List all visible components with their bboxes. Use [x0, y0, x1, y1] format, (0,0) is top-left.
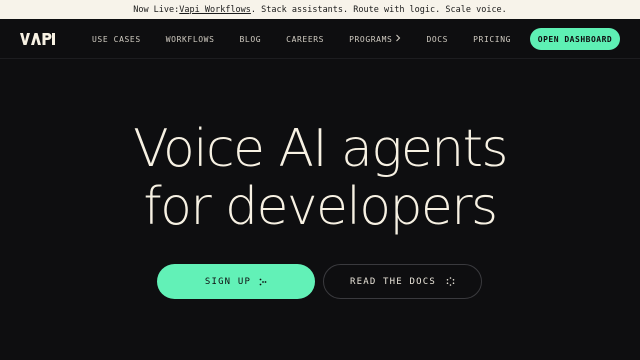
nav-links: USE CASES WORKFLOWS BLOG CAREERS PROGRAM… [92, 19, 511, 59]
nav-programs[interactable]: PROGRAMS [349, 34, 401, 44]
spinner-dots-icon [446, 277, 455, 286]
read-the-docs-button[interactable]: READ THE DOCS [323, 264, 482, 299]
vapi-logo[interactable] [20, 32, 56, 46]
arrow-dots-icon [259, 278, 267, 286]
announcement-bar: Now Live: Vapi Workflows . Stack assista… [0, 0, 640, 19]
hero-line-2: for developers [143, 177, 498, 237]
read-the-docs-label: READ THE DOCS [349, 276, 437, 287]
nav-docs[interactable]: DOCS [426, 35, 448, 44]
nav-workflows[interactable]: WORKFLOWS [166, 35, 215, 44]
nav-programs-label: PROGRAMS [349, 34, 393, 44]
announcement-suffix: . Stack assistants. Route with logic. Sc… [250, 4, 507, 15]
top-nav: USE CASES WORKFLOWS BLOG CAREERS PROGRAM… [0, 19, 640, 59]
open-dashboard-button[interactable]: OPEN DASHBOARD [530, 28, 620, 50]
hero-heading: Voice AI agents for developers [0, 120, 640, 236]
vapi-logo-icon [20, 33, 55, 45]
hero-line-1: Voice AI agents [133, 119, 508, 179]
nav-careers[interactable]: CAREERS [286, 35, 324, 44]
nav-pricing[interactable]: PRICING [473, 35, 511, 44]
announcement-link[interactable]: Vapi Workflows [179, 5, 251, 15]
nav-blog[interactable]: BLOG [240, 35, 262, 44]
chevron-right-icon [395, 34, 401, 44]
nav-use-cases[interactable]: USE CASES [92, 35, 141, 44]
sign-up-button[interactable]: SIGN UP [157, 264, 315, 299]
announcement-prefix: Now Live: [133, 4, 180, 15]
sign-up-label: SIGN UP [204, 276, 252, 287]
